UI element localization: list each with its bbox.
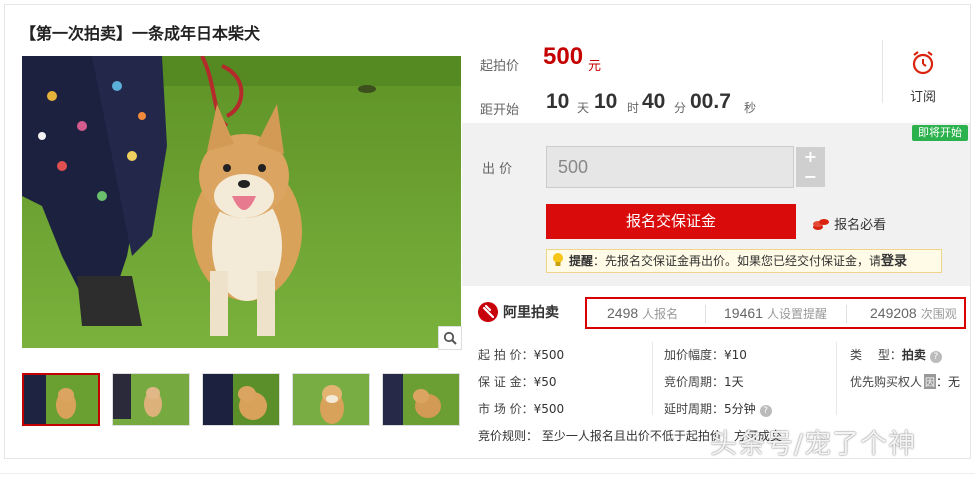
magnifier-icon (443, 331, 457, 345)
detail-type: 类 型：拍卖? (850, 346, 942, 363)
brand-name: 阿里拍卖 (503, 305, 559, 321)
must-read-link[interactable]: 报名必看 (812, 214, 886, 233)
stat-reminders: 19461 人设置提醒 (724, 305, 827, 321)
detail-market-price: 市 场 价：¥500 (478, 402, 565, 416)
deposit-button[interactable]: 报名交保证金 (546, 204, 796, 239)
subscribe-button[interactable]: 订阅 (900, 50, 946, 105)
priority-badge: 因 (924, 374, 937, 389)
divider (846, 305, 847, 323)
detail-priority: 优先购买权人 因：无 (850, 374, 961, 389)
bid-label: 出 价 (482, 162, 513, 177)
start-price-value: 500 (543, 43, 584, 70)
divider (652, 342, 653, 415)
detail-delay: 延时周期：5分钟? (664, 400, 772, 417)
divider (882, 40, 883, 103)
detail-start-price: 起 拍 价：¥500 (478, 348, 565, 362)
thumbnail-3[interactable] (202, 373, 280, 426)
reminder-text: ：先报名交保证金再出价。如果您已经交付保证金，请 (593, 254, 882, 268)
subscribe-label: 订阅 (909, 90, 936, 105)
countdown-minutes-unit: 分 (674, 101, 687, 115)
page-title: 【第一次拍卖】一条成年日本柴犬 (20, 24, 261, 43)
divider (705, 305, 706, 323)
reminder-label: 提醒 (569, 254, 594, 268)
reminder-bar: 提醒：先报名交保证金再出价。如果您已经交付保证金，请登录 (546, 249, 942, 273)
stats-box: 2498 人报名 19461 人设置提醒 249208 次围观 (585, 297, 966, 329)
help-icon[interactable]: ? (759, 405, 772, 417)
ali-auction-icon (478, 302, 498, 322)
countdown-days: 10 (546, 90, 570, 113)
thumbnail-1[interactable] (22, 373, 100, 426)
countdown-hours: 10 (594, 90, 618, 113)
status-badge: 即将开始 (912, 125, 968, 141)
lightbulb-icon (553, 253, 563, 266)
bid-input[interactable]: 500 (546, 146, 794, 188)
help-icon[interactable]: ? (929, 351, 942, 363)
countdown-label: 距开始 (480, 103, 520, 118)
login-link[interactable]: 登录 (881, 254, 907, 269)
divider (836, 342, 837, 415)
countdown-minutes: 40 (642, 90, 666, 113)
bid-increase-button[interactable]: + (796, 147, 825, 167)
must-read-label: 报名必看 (834, 218, 887, 233)
shiba-photo-illustration (22, 56, 461, 348)
main-photo (22, 56, 461, 348)
bid-decrease-button[interactable]: − (796, 167, 825, 187)
start-price-label: 起拍价 (480, 59, 520, 74)
alarm-clock-icon (912, 51, 934, 75)
detail-increment: 加价幅度：¥10 (664, 348, 747, 362)
watermark: 头条号/宠了个神 (710, 429, 917, 460)
detail-cycle: 竞价周期：1天 (664, 375, 744, 389)
divider (0, 473, 975, 474)
thumbnail-5[interactable] (382, 373, 460, 426)
stat-registered: 2498 人报名 (607, 305, 679, 321)
countdown-seconds: 00.7 (690, 90, 731, 113)
start-price-unit: 元 (588, 59, 602, 74)
coins-icon (813, 219, 829, 230)
stat-views: 249208 次围观 (870, 305, 957, 321)
countdown-days-unit: 天 (577, 101, 590, 115)
thumbnail-4[interactable] (292, 373, 370, 426)
countdown-seconds-unit: 秒 (744, 101, 757, 115)
thumbnail-2[interactable] (112, 373, 190, 426)
detail-deposit: 保 证 金：¥50 (478, 375, 557, 389)
countdown-hours-unit: 时 (627, 101, 640, 115)
brand-logo: 阿里拍卖 (478, 302, 559, 322)
zoom-button[interactable] (438, 326, 462, 350)
